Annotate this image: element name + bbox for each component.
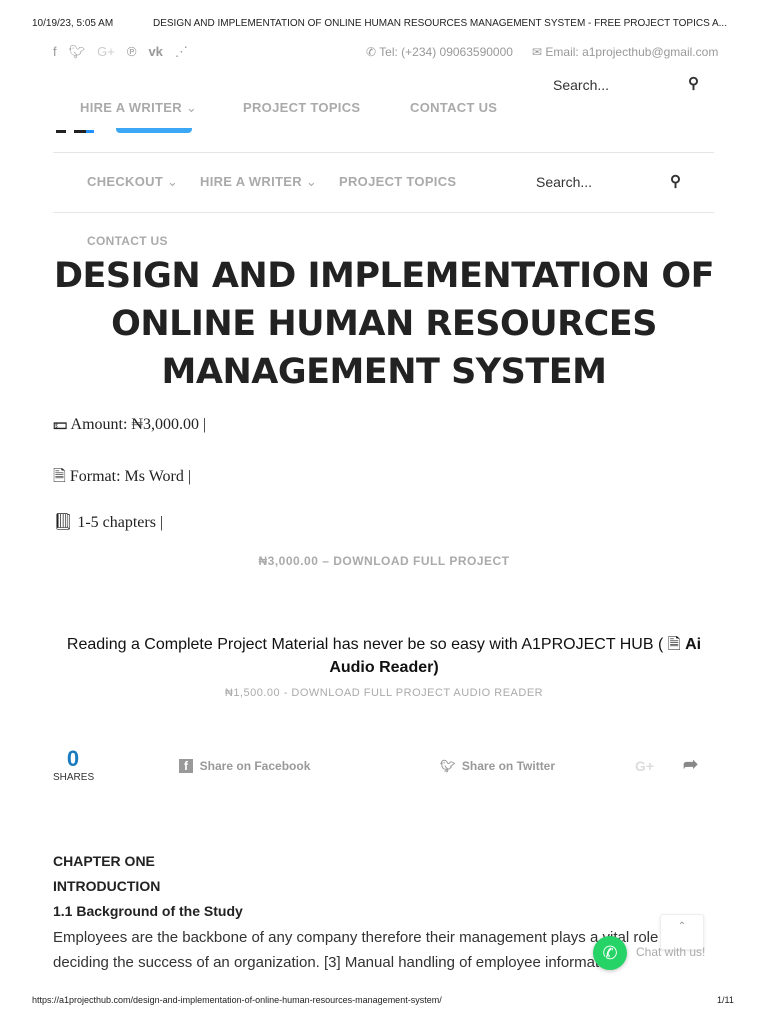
facebook-icon[interactable]: f <box>53 44 57 60</box>
chapter-heading: CHAPTER ONE <box>53 853 155 869</box>
nav2-checkout[interactable]: CHECKOUT ⌄ <box>87 174 178 190</box>
twitter-icon: 🐦︎ <box>440 759 456 773</box>
body-paragraph: deciding the success of an organization.… <box>53 954 613 971</box>
print-page-title: DESIGN AND IMPLEMENTATION OF ONLINE HUMA… <box>153 18 727 29</box>
body-paragraph: Employees are the backbone of any compan… <box>53 929 658 946</box>
money-icon: 💵︎ <box>53 416 71 433</box>
nav2-project-topics[interactable]: PROJECT TOPICS <box>339 174 456 189</box>
pinterest-icon[interactable]: ℗ <box>127 44 137 60</box>
introduction-heading: INTRODUCTION <box>53 878 161 894</box>
share-count: 0 SHARES <box>53 746 95 783</box>
phone-contact[interactable]: ✆ Tel: (+234) 09063590000 <box>366 45 513 59</box>
nav2-hire-a-writer[interactable]: HIRE A WRITER ⌄ <box>200 174 317 190</box>
print-datetime: 10/19/23, 5:05 AM <box>32 18 114 29</box>
envelope-icon: ✉ <box>532 45 546 59</box>
email-contact[interactable]: ✉ Email: a1projecthub@gmail.com <box>532 45 718 59</box>
rss-icon[interactable]: ⋰ <box>175 44 188 60</box>
vk-icon[interactable]: vk <box>148 44 162 60</box>
format-line: 🗎 Format: Ms Word | <box>53 468 192 485</box>
audio-file-icon: 🗎 <box>667 636 681 653</box>
share-more-icon[interactable]: ➦ <box>683 754 698 775</box>
share-twitter-button[interactable]: 🐦︎ Share on Twitter <box>440 759 555 773</box>
google-plus-icon[interactable]: G+ <box>97 44 115 60</box>
nav2-contact-us[interactable]: CONTACT US <box>87 234 168 248</box>
social-links: f 🐦︎ G+ ℗ vk ⋰ <box>53 44 188 60</box>
nav1-contact-us[interactable]: CONTACT US <box>410 100 497 115</box>
search-input-1[interactable]: Search... <box>553 77 609 93</box>
download-audio-reader-button[interactable]: ₦1,500.00 - DOWNLOAD FULL PROJECT AUDIO … <box>0 687 768 699</box>
search-input-2[interactable]: Search... <box>536 174 592 190</box>
divider <box>53 212 714 213</box>
page-title: DESIGN AND IMPLEMENTATION OF ONLINE HUMA… <box>53 256 715 392</box>
nav1-hire-a-writer[interactable]: HIRE A WRITER ⌄ <box>80 100 197 116</box>
email-text: Email: a1projecthub@gmail.com <box>545 45 719 59</box>
audio-reader-text: Reading a Complete Project Material has … <box>66 636 702 676</box>
nav1-project-topics[interactable]: PROJECT TOPICS <box>243 100 360 115</box>
search-icon[interactable]: ⚲ <box>688 74 699 92</box>
chapters-line: 📕︎ 1-5 chapters | <box>53 514 164 531</box>
section-heading: 1.1 Background of the Study <box>53 903 243 919</box>
twitter-icon[interactable]: 🐦︎ <box>69 44 86 60</box>
search-icon[interactable]: ⚲ <box>670 172 681 190</box>
phone-icon: ✆ <box>366 45 380 59</box>
download-full-project-button[interactable]: ₦3,000.00 – DOWNLOAD FULL PROJECT <box>0 554 768 568</box>
share-facebook-button[interactable]: f Share on Facebook <box>179 759 310 773</box>
print-page-number: 1/11 <box>717 995 734 1005</box>
site-logo[interactable] <box>56 128 206 134</box>
phone-text: Tel: (+234) 09063590000 <box>379 45 513 59</box>
print-url: https://a1projecthub.com/design-and-impl… <box>32 995 442 1005</box>
share-google-plus-button[interactable]: G+ <box>635 758 654 774</box>
book-icon: 📕︎ <box>53 514 78 531</box>
amount-line: 💵︎ Amount: ₦3,000.00 | <box>53 416 207 433</box>
chat-label[interactable]: Chat with us! <box>636 945 705 959</box>
whatsapp-icon[interactable]: ✆ <box>593 936 627 970</box>
divider <box>53 152 714 153</box>
facebook-icon: f <box>179 759 193 773</box>
word-file-icon: 🗎 <box>53 468 70 485</box>
